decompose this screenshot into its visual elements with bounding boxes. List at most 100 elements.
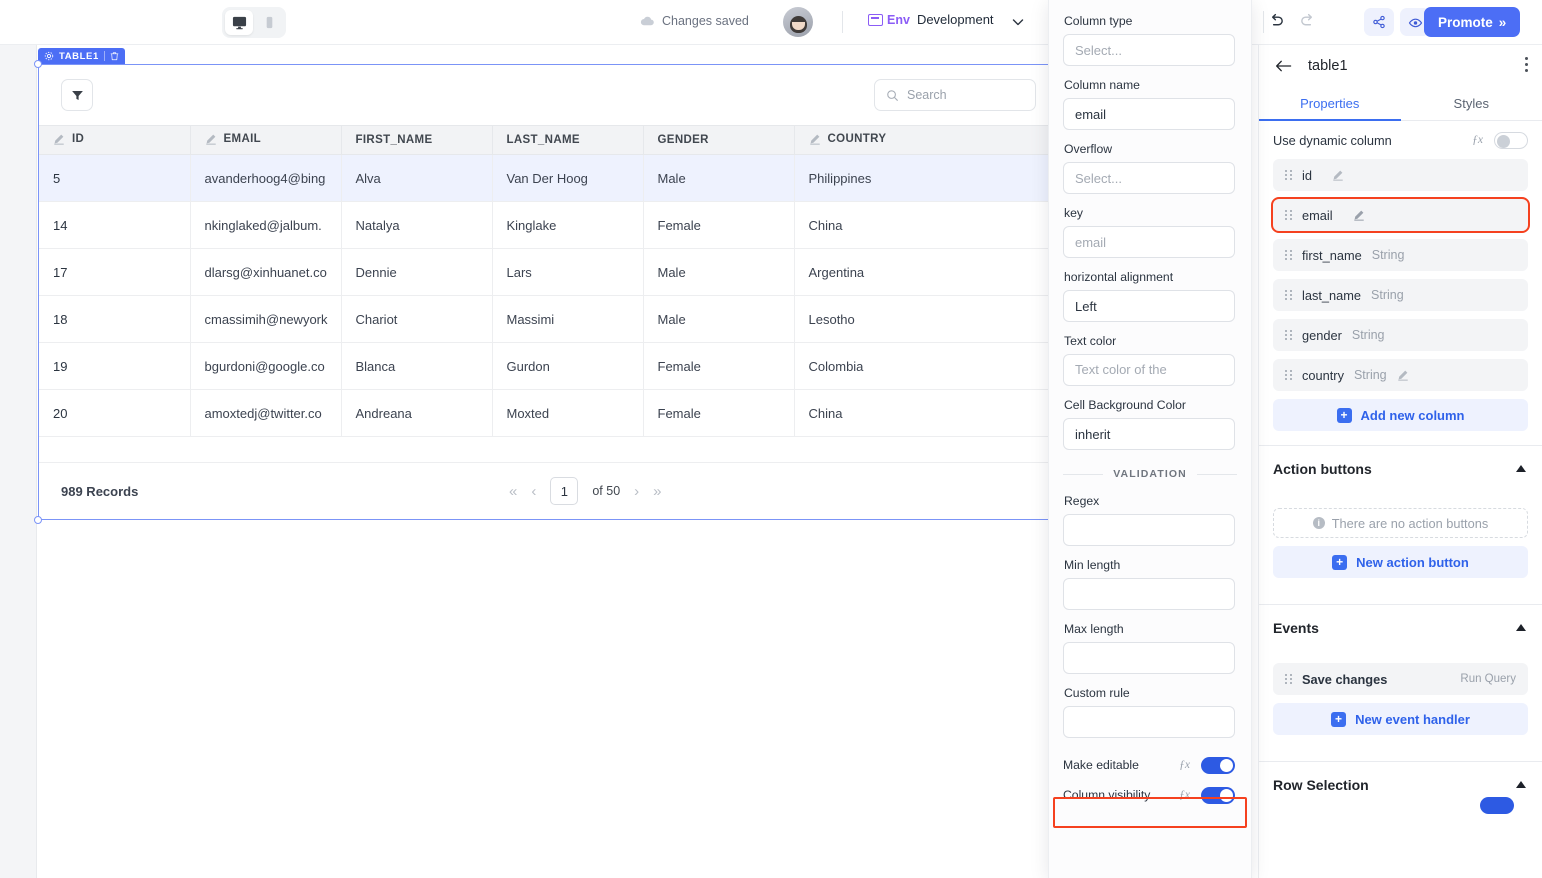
gear-icon[interactable] (44, 51, 54, 61)
collapse-caret-icon[interactable] (1516, 465, 1526, 472)
cell-gender[interactable]: Female (643, 389, 795, 437)
prev-page-button[interactable]: ‹ (531, 483, 536, 500)
event-item-save-changes[interactable]: Save changes Run Query (1273, 663, 1528, 695)
filter-button[interactable] (61, 79, 93, 111)
cell-email[interactable]: avanderhoog4@bing (190, 154, 342, 202)
mobile-view-button[interactable] (255, 10, 283, 35)
column-list-item-last-name[interactable]: last_name String (1273, 279, 1528, 311)
cell-last-name[interactable]: Van Der Hoog (492, 154, 644, 202)
pencil-icon[interactable] (1332, 169, 1344, 181)
use-dynamic-column-toggle[interactable] (1494, 131, 1528, 149)
column-header-last-name[interactable]: LAST_NAME (492, 125, 644, 155)
column-list-item-gender[interactable]: gender String (1273, 319, 1528, 351)
cell-email[interactable]: nkinglaked@jalbum. (190, 201, 342, 249)
drag-handle-icon[interactable] (1285, 170, 1292, 180)
collapse-caret-icon[interactable] (1516, 624, 1526, 631)
cell-id[interactable]: 18 (39, 295, 191, 343)
events-section-header[interactable]: Events (1273, 605, 1528, 651)
cell-background-color-input[interactable]: inherit (1063, 418, 1235, 450)
min-length-input[interactable] (1063, 578, 1235, 610)
tab-styles[interactable]: Styles (1401, 87, 1542, 120)
fx-icon[interactable]: ƒx (1179, 759, 1190, 771)
tab-properties[interactable]: Properties (1259, 87, 1401, 121)
cell-first-name[interactable]: Dennie (341, 248, 493, 296)
search-input[interactable]: Search (874, 79, 1036, 111)
device-preview-switch[interactable] (222, 7, 286, 38)
custom-rule-input[interactable] (1063, 706, 1235, 738)
text-color-input[interactable]: Text color of the (1063, 354, 1235, 386)
drag-handle-icon[interactable] (1285, 290, 1292, 300)
key-input[interactable]: email (1063, 226, 1235, 258)
overflow-select[interactable]: Select... (1063, 162, 1235, 194)
chevron-down-icon[interactable] (1010, 14, 1026, 30)
cell-first-name[interactable]: Andreana (341, 389, 493, 437)
column-type-select[interactable]: Select... (1063, 34, 1235, 66)
back-arrow-icon[interactable] (1275, 59, 1292, 73)
column-header-first-name[interactable]: FIRST_NAME (341, 125, 493, 155)
first-page-button[interactable]: « (509, 483, 517, 500)
resize-handle-bl[interactable] (34, 516, 42, 524)
action-buttons-section-header[interactable]: Action buttons (1273, 446, 1528, 492)
column-header-email[interactable]: EMAIL (190, 125, 342, 155)
collapse-caret-icon[interactable] (1516, 781, 1526, 788)
cell-id[interactable]: 5 (39, 154, 191, 202)
column-name-input[interactable]: email (1063, 98, 1235, 130)
horizontal-alignment-select[interactable]: Left (1063, 290, 1235, 322)
fx-icon[interactable]: ƒx (1179, 789, 1190, 801)
cell-last-name[interactable]: Gurdon (492, 342, 644, 390)
column-header-gender[interactable]: GENDER (643, 125, 795, 155)
cell-gender[interactable]: Male (643, 154, 795, 202)
new-action-button[interactable]: + New action button (1273, 546, 1528, 578)
trash-icon[interactable] (110, 51, 119, 61)
row-selection-toggle[interactable] (1480, 797, 1514, 814)
column-header-id[interactable]: ID (39, 125, 191, 155)
drag-handle-icon[interactable] (1285, 370, 1292, 380)
desktop-view-button[interactable] (225, 10, 253, 35)
pencil-icon[interactable] (1397, 369, 1409, 381)
column-list-item-email[interactable]: email (1271, 197, 1530, 233)
column-list-item-country[interactable]: country String (1273, 359, 1528, 391)
cell-first-name[interactable]: Alva (341, 154, 493, 202)
cell-last-name[interactable]: Kinglake (492, 201, 644, 249)
new-event-handler-button[interactable]: + New event handler (1273, 703, 1528, 735)
cell-last-name[interactable]: Lars (492, 248, 644, 296)
column-list-item-id[interactable]: id (1273, 159, 1528, 191)
column-list-item-first-name[interactable]: first_name String (1273, 239, 1528, 271)
drag-handle-icon[interactable] (1285, 330, 1292, 340)
cell-email[interactable]: bgurdoni@google.co (190, 342, 342, 390)
pencil-icon[interactable] (1353, 209, 1365, 221)
row-selection-section-header[interactable]: Row Selection (1273, 762, 1528, 814)
undo-icon[interactable] (1268, 12, 1285, 29)
regex-input[interactable] (1063, 514, 1235, 546)
cell-last-name[interactable]: Massimi (492, 295, 644, 343)
environment-selector[interactable]: Env Development (868, 12, 994, 27)
share-button[interactable] (1364, 8, 1394, 36)
cell-gender[interactable]: Female (643, 201, 795, 249)
cell-first-name[interactable]: Chariot (341, 295, 493, 343)
page-number-input[interactable]: 1 (550, 477, 579, 505)
max-length-input[interactable] (1063, 642, 1235, 674)
cell-id[interactable]: 14 (39, 201, 191, 249)
cell-gender[interactable]: Male (643, 248, 795, 296)
column-visibility-toggle[interactable] (1201, 786, 1235, 804)
drag-handle-icon[interactable] (1285, 674, 1292, 684)
last-page-button[interactable]: » (653, 483, 661, 500)
cell-email[interactable]: cmassimih@newyork (190, 295, 342, 343)
drag-handle-icon[interactable] (1285, 250, 1292, 260)
widget-name-tag[interactable]: TABLE1 (38, 48, 125, 64)
cell-first-name[interactable]: Natalya (341, 201, 493, 249)
cell-id[interactable]: 17 (39, 248, 191, 296)
redo-icon[interactable] (1299, 12, 1316, 29)
more-vertical-icon[interactable] (1525, 57, 1528, 72)
cell-id[interactable]: 20 (39, 389, 191, 437)
fx-icon[interactable]: ƒx (1472, 134, 1483, 146)
add-new-column-button[interactable]: + Add new column (1273, 399, 1528, 431)
resize-handle-tl[interactable] (34, 60, 42, 68)
cell-id[interactable]: 19 (39, 342, 191, 390)
cell-gender[interactable]: Male (643, 295, 795, 343)
cell-email[interactable]: amoxtedj@twitter.co (190, 389, 342, 437)
cell-email[interactable]: dlarsg@xinhuanet.co (190, 248, 342, 296)
cell-first-name[interactable]: Blanca (341, 342, 493, 390)
cell-last-name[interactable]: Moxted (492, 389, 644, 437)
avatar[interactable] (783, 7, 813, 37)
